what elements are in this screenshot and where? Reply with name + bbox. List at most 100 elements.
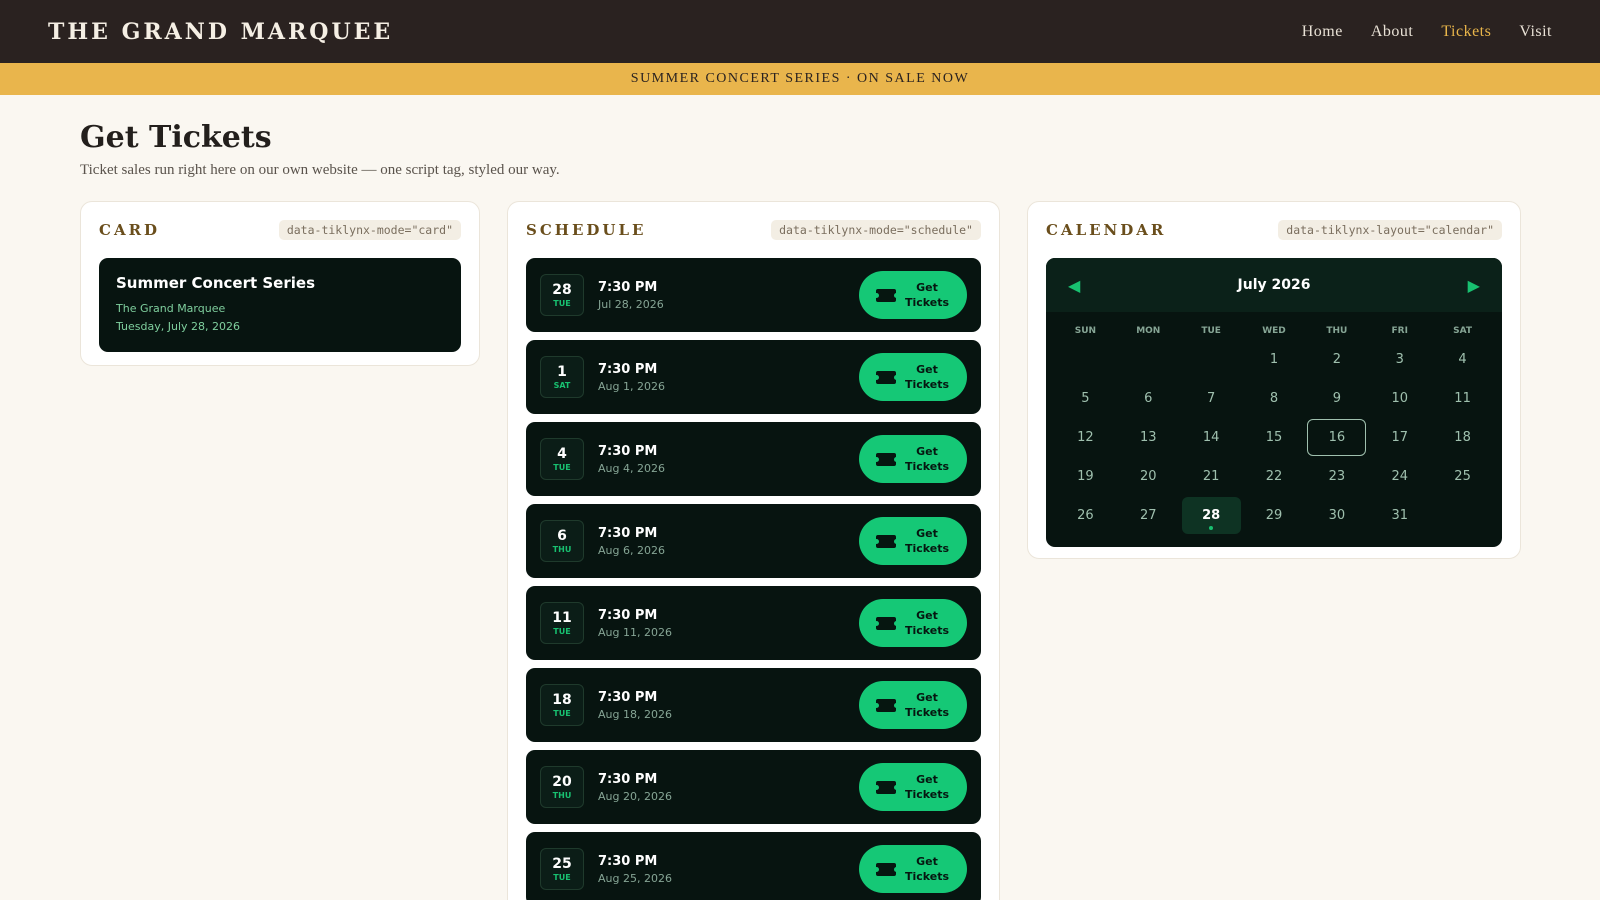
date-badge: 6 THU [540,520,584,562]
nav-link-about[interactable]: About [1371,23,1414,41]
calendar-day[interactable]: 31 [1370,497,1429,534]
calendar-day[interactable]: 29 [1245,497,1304,534]
calendar-day[interactable]: 26 [1056,497,1115,534]
calendar-day[interactable]: 18 [1433,419,1492,456]
date-day: 1 [557,363,567,380]
page-title: Get Tickets [80,120,272,155]
event-full-date: Aug 25, 2026 [598,871,672,885]
calendar-panel-title: CALENDAR [1046,221,1167,239]
calendar-day[interactable]: 10 [1370,380,1429,417]
calendar-panel: CALENDAR data-tiklynx-layout="calendar" … [1027,201,1521,559]
schedule-row: 25 TUE 7:30 PM Aug 25, 2026 Get Tickets [526,832,981,900]
event-time: 7:30 PM [598,279,658,295]
calendar-day[interactable]: 13 [1119,419,1178,456]
ticket-icon [873,698,899,712]
get-tickets-label: Get Tickets [904,773,950,801]
calendar-days: 1 2 3 4 5 6 7 8 9 10 11 12 13 14 15 16 17 18 19 20 21 22 23 24 2… [1046,336,1502,535]
calendar-day[interactable]: 2 [1307,341,1366,378]
calendar-day[interactable]: 5 [1056,380,1115,417]
calendar-empty-cell [1182,341,1241,378]
nav-link-home[interactable]: Home [1302,23,1343,41]
calendar-day[interactable]: 27 [1119,497,1178,534]
get-tickets-button[interactable]: Get Tickets [859,599,967,647]
calendar-day-today[interactable]: 16 [1307,419,1367,456]
schedule-list: 28 TUE 7:30 PM Jul 28, 2026 Get Tickets 1 SAT 7… [508,258,999,900]
get-tickets-button[interactable]: Get Tickets [859,763,967,811]
event-card[interactable]: Summer Concert Series The Grand Marquee … [99,258,461,352]
top-nav: THE GRAND MARQUEE Home About Tickets Vis… [0,0,1600,63]
event-time: 7:30 PM [598,525,658,541]
calendar-day[interactable]: 24 [1370,458,1429,495]
ticket-icon [873,288,899,302]
weekday-label: SUN [1074,326,1097,336]
calendar-day[interactable]: 14 [1182,419,1241,456]
get-tickets-label: Get Tickets [904,855,950,883]
event-time: 7:30 PM [598,607,658,623]
date-badge: 18 TUE [540,684,584,726]
get-tickets-label: Get Tickets [904,609,950,637]
event-time: 7:30 PM [598,443,658,459]
brand-logo[interactable]: THE GRAND MARQUEE [48,19,393,45]
date-badge: 28 TUE [540,274,584,316]
nav-link-visit[interactable]: Visit [1519,23,1552,41]
calendar-day[interactable]: 9 [1307,380,1366,417]
card-code-snippet: data-tiklynx-mode="card" [278,220,461,240]
calendar-day[interactable]: 3 [1370,341,1429,378]
event-title: Summer Concert Series [116,274,315,292]
weekday-label: TUE [1201,326,1221,336]
calendar-day[interactable]: 22 [1245,458,1304,495]
schedule-row: 20 THU 7:30 PM Aug 20, 2026 Get Tickets [526,750,981,824]
get-tickets-label: Get Tickets [904,445,950,473]
calendar-day[interactable]: 30 [1307,497,1366,534]
calendar-widget: ◀ July 2026 ▶ SUN MON TUE WED THU FRI SAT 1234… [1046,258,1502,547]
date-badge: 4 TUE [540,438,584,480]
calendar-day[interactable]: 8 [1245,380,1304,417]
calendar-day-selected[interactable]: 28 [1181,497,1241,534]
date-weekday: THU [552,790,572,800]
calendar-day[interactable]: 17 [1370,419,1429,456]
ticket-icon [873,862,899,876]
calendar-day[interactable]: 25 [1433,458,1492,495]
calendar-day[interactable]: 20 [1119,458,1178,495]
get-tickets-button[interactable]: Get Tickets [859,517,967,565]
next-month-icon[interactable]: ▶ [1468,276,1480,295]
calendar-day[interactable]: 6 [1119,380,1178,417]
get-tickets-button[interactable]: Get Tickets [859,353,967,401]
event-full-date: Aug 20, 2026 [598,789,672,803]
weekday-label: WED [1262,326,1286,336]
date-badge: 1 SAT [540,356,584,398]
calendar-day[interactable]: 1 [1245,341,1304,378]
calendar-day[interactable]: 21 [1182,458,1241,495]
date-day: 25 [552,855,572,872]
calendar-day[interactable]: 4 [1433,341,1492,378]
date-day: 11 [552,609,572,626]
date-badge: 11 TUE [540,602,584,644]
schedule-code-snippet: data-tiklynx-mode="schedule" [771,220,981,240]
event-full-date: Aug 6, 2026 [598,543,665,557]
date-day: 20 [552,773,572,790]
schedule-panel: SCHEDULE data-tiklynx-mode="schedule" 28… [507,201,1000,900]
promo-banner: SUMMER CONCERT SERIES · ON SALE NOW [0,63,1600,95]
nav-link-tickets[interactable]: Tickets [1441,23,1491,41]
get-tickets-button[interactable]: Get Tickets [859,271,967,319]
schedule-row: 11 TUE 7:30 PM Aug 11, 2026 Get Tickets [526,586,981,660]
get-tickets-button[interactable]: Get Tickets [859,435,967,483]
event-time: 7:30 PM [598,361,658,377]
calendar-empty-cell [1119,341,1178,378]
calendar-day[interactable]: 11 [1433,380,1492,417]
calendar-day[interactable]: 23 [1307,458,1366,495]
nav-links: Home About Tickets Visit [1302,23,1552,41]
get-tickets-label: Get Tickets [904,691,950,719]
calendar-day[interactable]: 19 [1056,458,1115,495]
calendar-day[interactable]: 12 [1056,419,1115,456]
time-block: 7:30 PM Jul 28, 2026 [598,280,859,311]
weekday-label: FRI [1391,326,1408,336]
prev-month-icon[interactable]: ◀ [1068,276,1080,295]
date-day: 18 [552,691,572,708]
schedule-row: 4 TUE 7:30 PM Aug 4, 2026 Get Tickets [526,422,981,496]
get-tickets-button[interactable]: Get Tickets [859,845,967,893]
calendar-day[interactable]: 15 [1245,419,1304,456]
calendar-day[interactable]: 7 [1182,380,1241,417]
schedule-row: 1 SAT 7:30 PM Aug 1, 2026 Get Tickets [526,340,981,414]
get-tickets-button[interactable]: Get Tickets [859,681,967,729]
